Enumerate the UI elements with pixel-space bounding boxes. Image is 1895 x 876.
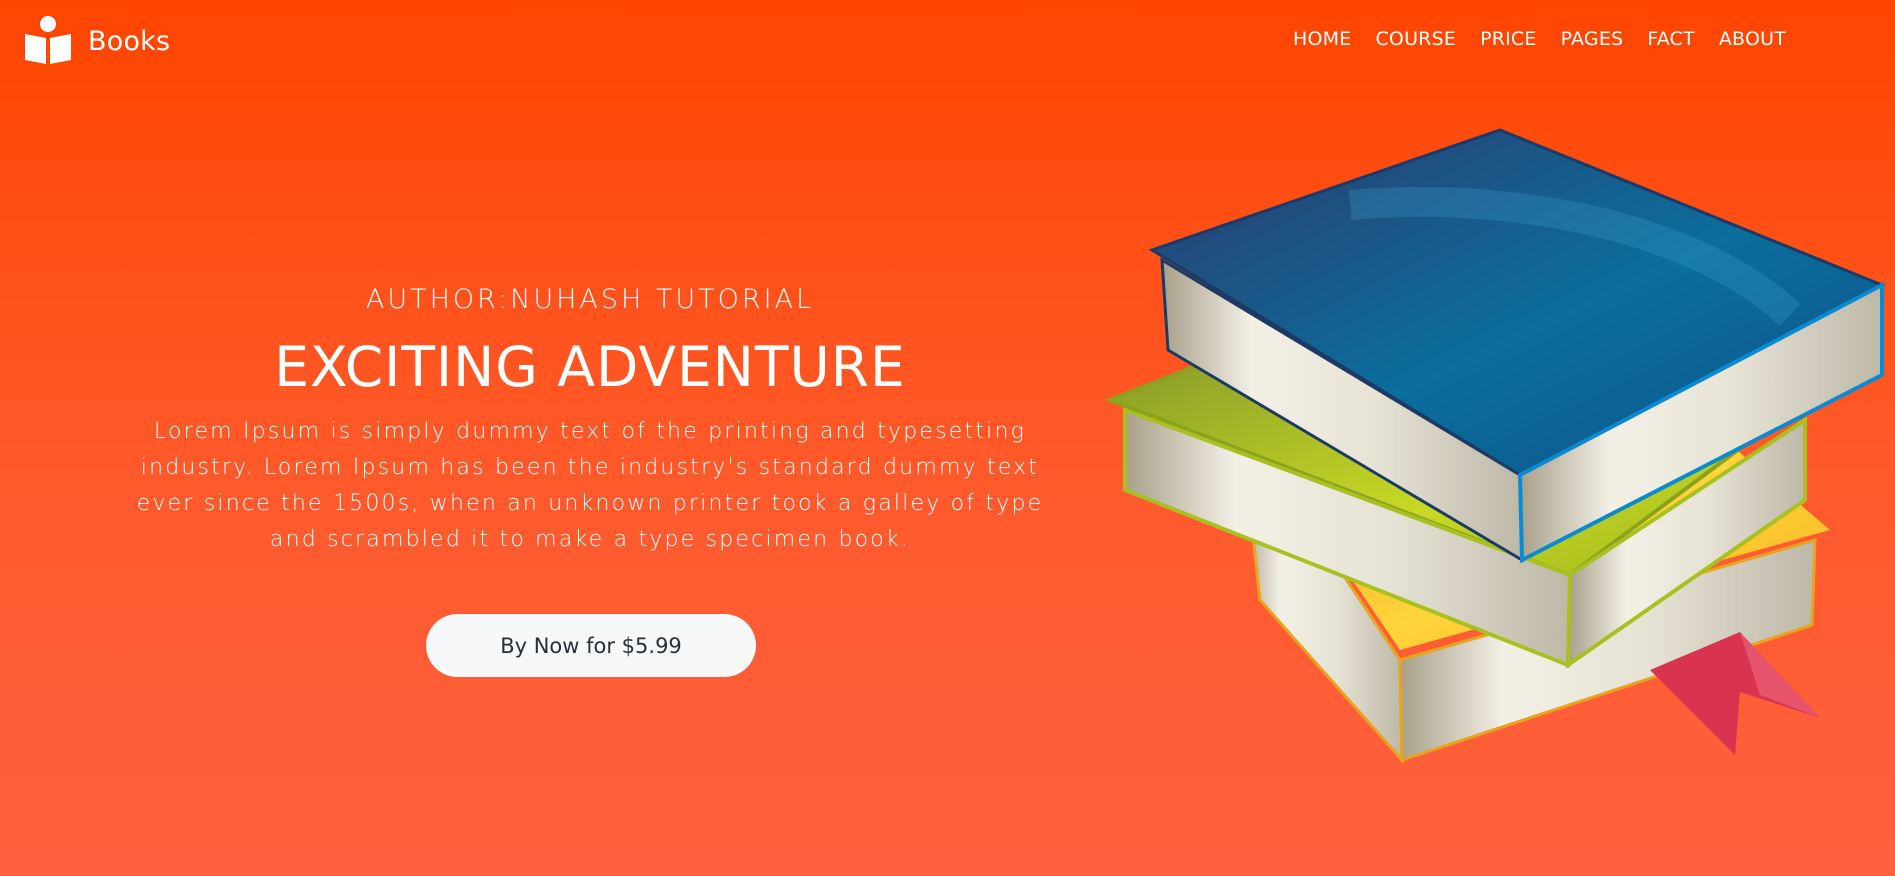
- hero-section: AUTHOR:NUHASH TUTORIAL EXCITING ADVENTUR…: [110, 280, 1070, 558]
- open-book-reader-icon: [25, 16, 71, 64]
- hero-title: EXCITING ADVENTURE: [274, 335, 906, 399]
- nav-price[interactable]: PRICE: [1480, 28, 1537, 50]
- buy-now-button[interactable]: By Now for $5.99: [426, 614, 756, 677]
- hero-description: Lorem Ipsum is simply dummy text of the …: [136, 419, 1044, 552]
- brand-logo[interactable]: Books: [22, 14, 170, 66]
- nav-pages[interactable]: PAGES: [1561, 28, 1624, 50]
- nav-about[interactable]: ABOUT: [1719, 28, 1786, 50]
- book-stack-illustration: [1104, 128, 1886, 765]
- nav-home[interactable]: HOME: [1293, 28, 1351, 50]
- brand-name: Books: [88, 25, 171, 57]
- main-nav: HOME COURSE PRICE PAGES FACT ABOUT: [1293, 28, 1786, 50]
- hero-author: AUTHOR:NUHASH TUTORIAL: [365, 284, 815, 315]
- nav-course[interactable]: COURSE: [1375, 28, 1456, 50]
- nav-fact[interactable]: FACT: [1647, 28, 1695, 50]
